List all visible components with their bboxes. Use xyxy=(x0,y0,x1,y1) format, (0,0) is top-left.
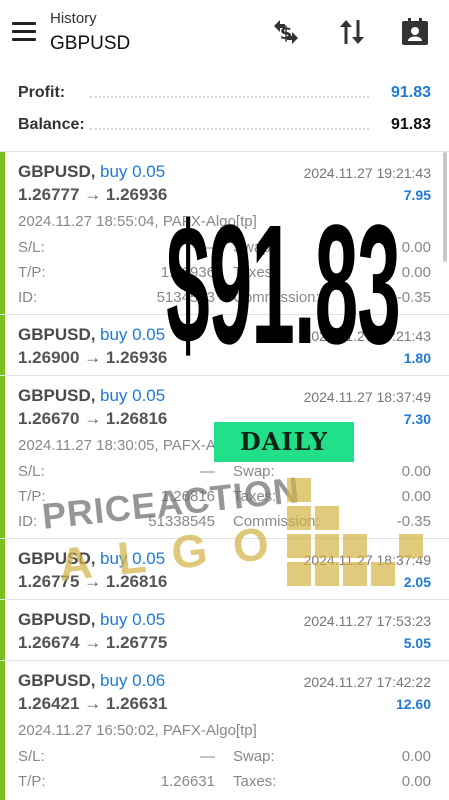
trade-prices: 1.26674 → 1.26775 xyxy=(18,633,168,652)
trade-row[interactable]: GBPUSD, buy 0.06 2024.11.27 17:42:22 1.2… xyxy=(0,661,449,800)
header-subtitle: History xyxy=(50,10,97,27)
dotted-leader xyxy=(90,96,369,98)
trade-symbol: GBPUSD, xyxy=(18,325,96,344)
trade-row[interactable]: GBPUSD, buy 0.05 2024.11.27 17:53:23 1.2… xyxy=(0,600,449,661)
trade-profit: 5.05 xyxy=(403,635,431,651)
app-header: History GBPUSD $ xyxy=(0,0,449,70)
trade-side: buy 0.05 xyxy=(100,386,166,405)
dotted-leader xyxy=(90,128,369,130)
account-summary: Profit: 91.83 Balance: 91.83 xyxy=(0,76,449,146)
trade-side: buy 0.05 xyxy=(100,162,166,181)
commission-value: -0.35 xyxy=(396,289,431,306)
trade-profit: 12.60 xyxy=(395,696,431,712)
daily-profit-amount: $91.83 xyxy=(166,190,401,380)
profit-label: Profit: xyxy=(18,84,70,102)
trade-symbol: GBPUSD, xyxy=(18,671,96,690)
buy-indicator xyxy=(0,152,5,314)
trade-time: 2024.11.27 18:37:49 xyxy=(303,389,431,405)
swap-label: Swap: xyxy=(233,748,275,765)
trade-time: 2024.11.27 17:42:22 xyxy=(303,674,431,690)
balance-value: 91.83 xyxy=(390,116,431,133)
trade-symbol: GBPUSD, xyxy=(18,610,96,629)
profit-value: 91.83 xyxy=(390,84,431,101)
scrollbar[interactable] xyxy=(443,152,447,262)
trade-profit: 7.95 xyxy=(403,187,431,203)
tp-value: 1.26631 xyxy=(160,773,215,790)
trade-time: 2024.11.27 17:53:23 xyxy=(303,613,431,629)
buy-indicator xyxy=(0,661,5,800)
currency-exchange-icon[interactable]: $ xyxy=(270,16,302,48)
account-card-icon[interactable] xyxy=(399,16,431,48)
sl-value: — xyxy=(200,748,215,765)
swap-value: 0.00 xyxy=(401,748,431,765)
trade-side: buy 0.06 xyxy=(100,671,166,690)
buy-indicator xyxy=(0,315,5,375)
trade-side: buy 0.05 xyxy=(100,325,166,344)
balance-label: Balance: xyxy=(18,116,89,134)
trade-prices: 1.26421 → 1.26631 xyxy=(18,694,168,713)
trade-profit: 1.80 xyxy=(403,350,431,366)
header-title: GBPUSD xyxy=(50,33,131,54)
tp-label: T/P: xyxy=(18,773,46,790)
trade-profit: 7.30 xyxy=(403,411,431,427)
trade-prices: 1.26900 → 1.26936 xyxy=(18,348,168,367)
id-label: ID: xyxy=(18,289,38,306)
trade-open-info: 2024.11.27 16:50:02, PAFX-Algo[tp] xyxy=(18,722,257,739)
profit-row: Profit: 91.83 xyxy=(18,82,431,106)
sl-label: S/L: xyxy=(18,239,45,256)
trade-symbol: GBPUSD, xyxy=(18,162,96,181)
taxes-value: 0.00 xyxy=(401,773,431,790)
swap-value: 0.00 xyxy=(401,239,431,256)
logo-blocks-icon xyxy=(287,478,423,586)
trade-symbol: GBPUSD, xyxy=(18,386,96,405)
sl-label: S/L: xyxy=(18,463,45,480)
svg-text:$: $ xyxy=(280,23,293,44)
daily-badge: DAILY xyxy=(214,422,354,462)
tp-label: T/P: xyxy=(18,264,46,281)
trade-prices: 1.26670 → 1.26816 xyxy=(18,409,168,428)
id-label: ID: xyxy=(18,513,38,530)
sl-label: S/L: xyxy=(18,748,45,765)
taxes-label: Taxes: xyxy=(233,773,277,790)
buy-indicator xyxy=(0,600,5,660)
sort-arrows-icon[interactable] xyxy=(336,16,368,48)
trade-time: 2024.11.27 19:21:43 xyxy=(303,165,431,181)
balance-row: Balance: 91.83 xyxy=(18,114,431,138)
menu-icon[interactable] xyxy=(12,22,36,42)
buy-indicator xyxy=(0,376,5,538)
trade-side: buy 0.05 xyxy=(100,610,166,629)
daily-badge-text: DAILY xyxy=(239,427,329,456)
taxes-value: 0.00 xyxy=(401,264,431,281)
trade-prices: 1.26777 → 1.26936 xyxy=(18,185,168,204)
buy-indicator xyxy=(0,539,5,599)
